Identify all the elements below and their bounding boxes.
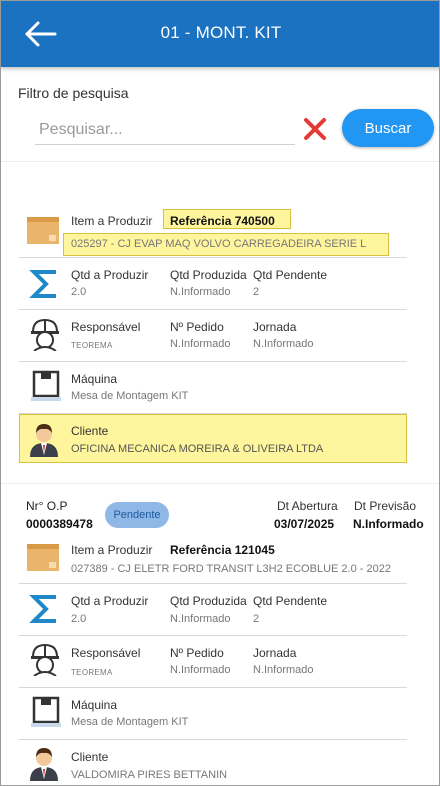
pedido-label: Nº Pedido xyxy=(170,320,224,334)
qtd-pendente-label: Qtd Pendente xyxy=(253,594,328,608)
divider xyxy=(19,583,407,584)
qtd-pendente-value: 2 xyxy=(253,613,260,625)
divider xyxy=(19,361,407,362)
cliente-value: OFICINA MECANICA MOREIRA & OLIVEIRA LTDA xyxy=(71,443,324,455)
qtd-produzir-label: Qtd a Produzir xyxy=(71,268,149,282)
abertura-value: 03/07/2025 xyxy=(274,517,335,531)
cliente-label: Cliente xyxy=(71,750,109,764)
client-person-icon xyxy=(27,745,61,781)
maquina-label: Máquina xyxy=(71,372,118,386)
jornada-label: Jornada xyxy=(253,646,297,660)
cliente-label: Cliente xyxy=(71,424,109,438)
qtd-produzir-label: Qtd a Produzir xyxy=(71,594,149,608)
status-badge: Pendente xyxy=(105,502,169,528)
qtd-pendente-value: 2 xyxy=(253,286,260,298)
filter-label: Filtro de pesquisa xyxy=(18,85,129,101)
divider xyxy=(1,161,439,162)
divider xyxy=(19,309,407,310)
jornada-value: N.Informado xyxy=(253,664,314,676)
close-icon[interactable] xyxy=(301,115,329,143)
item-description: 025297 - CJ EVAP MAQ VOLVO CARREGADEIRA … xyxy=(71,238,367,250)
qtd-produzida-value: N.Informado xyxy=(170,286,231,298)
box-icon xyxy=(26,213,60,247)
sigma-icon xyxy=(28,592,62,626)
previsao-label: Dt Previsão xyxy=(354,499,417,513)
op-number: 0000389478 xyxy=(26,517,93,531)
qtd-pendente-label: Qtd Pendente xyxy=(253,268,328,282)
qtd-produzida-value: N.Informado xyxy=(170,613,231,625)
maquina-value: Mesa de Montagem KIT xyxy=(71,716,189,728)
app-bar: 01 - MONT. KIT xyxy=(1,1,439,67)
maquina-label: Máquina xyxy=(71,698,118,712)
machine-icon xyxy=(29,695,63,729)
worker-helmet-icon xyxy=(28,317,62,352)
abertura-label: Dt Abertura xyxy=(277,499,338,513)
divider xyxy=(19,257,407,258)
pedido-value: N.Informado xyxy=(170,664,231,676)
sigma-icon xyxy=(28,267,62,301)
qtd-produzir-value: 2.0 xyxy=(71,286,87,298)
previsao-value: N.Informado xyxy=(353,517,424,531)
client-highlight xyxy=(19,414,407,463)
reference-text: Referência 121045 xyxy=(170,543,275,557)
jornada-value: N.Informado xyxy=(253,338,314,350)
item-description: 027389 - CJ ELETR FORD TRANSIT L3H2 ECOB… xyxy=(71,563,391,575)
responsavel-value: TEOREMA xyxy=(71,668,113,677)
divider xyxy=(19,687,407,688)
client-person-icon xyxy=(27,421,61,457)
reference-text: Referência 740500 xyxy=(170,214,275,228)
qtd-produzida-label: Qtd Produzida xyxy=(170,268,247,282)
divider xyxy=(19,739,407,740)
page-title: 01 - MONT. KIT xyxy=(160,23,282,42)
qtd-produzida-label: Qtd Produzida xyxy=(170,594,247,608)
item-label: Item a Produzir xyxy=(71,543,153,557)
app-screen: 01 - MONT. KIT Filtro de pesquisa Buscar… xyxy=(0,0,440,786)
search-input[interactable] xyxy=(35,115,295,145)
cliente-value: VALDOMIRA PIRES BETTANIN xyxy=(71,769,228,781)
jornada-label: Jornada xyxy=(253,320,297,334)
qtd-produzir-value: 2.0 xyxy=(71,613,87,625)
divider xyxy=(19,635,407,636)
search-button[interactable]: Buscar xyxy=(342,109,434,147)
pedido-value: N.Informado xyxy=(170,338,231,350)
box-icon xyxy=(26,540,60,574)
machine-icon xyxy=(29,369,63,403)
item-label: Item a Produzir xyxy=(71,214,153,228)
pedido-label: Nº Pedido xyxy=(170,646,224,660)
worker-helmet-icon xyxy=(28,642,62,677)
divider xyxy=(1,483,439,484)
responsavel-value: TEOREMA xyxy=(71,341,113,350)
maquina-value: Mesa de Montagem KIT xyxy=(71,390,189,402)
op-label: Nr° O.P xyxy=(26,499,68,513)
responsavel-label: Responsável xyxy=(71,646,141,660)
responsavel-label: Responsável xyxy=(71,320,141,334)
